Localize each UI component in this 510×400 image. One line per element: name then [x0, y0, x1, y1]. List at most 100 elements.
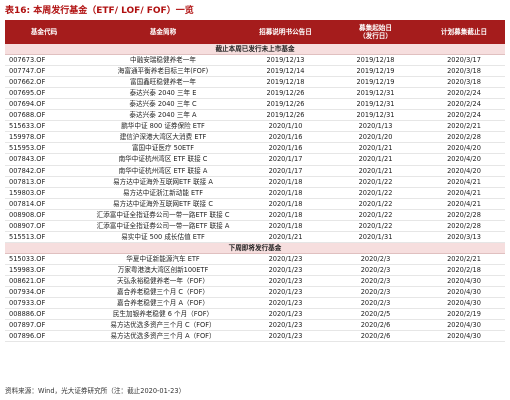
fund-code-cell: 008908.OF	[5, 209, 83, 221]
fund-name-cell: 汇添富中证全指证券公司一带一路ETF 联接 A	[83, 220, 243, 232]
fund-name-cell: 嘉合养老稳健三个月 A（FOF）	[83, 297, 243, 310]
prospectus-date-cell: 2019/12/26	[243, 87, 328, 100]
prospectus-date-cell: 2020/1/16	[243, 142, 328, 155]
table-row: 007747.OF 海富通平衡养老目标三年(FOF) 2019/12/14 2019/…	[5, 65, 505, 78]
fund-code-cell: 159983.OF	[5, 264, 83, 276]
fund-code-cell: 007933.OF	[5, 297, 83, 310]
prospectus-date-cell: 2019/12/14	[243, 65, 328, 78]
table-row: 008908.OF 汇添富中证全指证券公司一带一路ETF 联接 C 2020/1/1…	[5, 209, 505, 221]
table-row: 007897.OF 易方达优选多资产三个月 C（FOF） 2020/1/23 2020…	[5, 319, 505, 332]
fund-code-cell: 008907.OF	[5, 220, 83, 232]
end-date-cell: 2020/3/17	[423, 54, 505, 67]
end-date-cell: 2020/2/24	[423, 109, 505, 122]
start-date-cell: 2020/1/13	[328, 120, 423, 133]
end-date-cell: 2020/4/21	[423, 187, 505, 199]
start-date-cell: 2019/12/31	[328, 98, 423, 111]
fund-name-cell: 易实中证 500 成长估值 ETF	[83, 231, 243, 243]
end-date-cell: 2020/3/13	[423, 231, 505, 243]
prospectus-date-cell: 2020/1/17	[243, 165, 328, 177]
start-date-cell: 2020/1/22	[328, 176, 423, 188]
start-date-cell: 2020/2/3	[328, 264, 423, 276]
end-date-cell: 2020/2/24	[423, 87, 505, 100]
prospectus-date-cell: 2020/1/18	[243, 220, 328, 232]
fund-code-cell: 007814.OF	[5, 198, 83, 210]
header-prospectus-date: 招募说明书公告日	[243, 20, 328, 44]
table-number: 表16:	[5, 6, 31, 16]
fund-name-cell: 泰达兴泰 2040 三年 C	[83, 98, 243, 111]
start-date-cell: 2020/1/31	[328, 231, 423, 243]
prospectus-date-cell: 2020/1/21	[243, 231, 328, 243]
start-date-cell: 2020/2/6	[328, 330, 423, 343]
table-row: 008886.OF 民生加银养老稳健 6 个月（FOF） 2020/1/23 2020…	[5, 308, 505, 321]
section-title: 截止本周已发行未上市基金	[5, 44, 505, 56]
fund-name-cell: 泰达兴泰 2040 三年 E	[83, 87, 243, 100]
fund-name-cell: 易方达中证海外互联网ETF 联接 A	[83, 176, 243, 188]
prospectus-date-cell: 2019/12/18	[243, 76, 328, 89]
start-date-cell: 2020/2/6	[328, 319, 423, 332]
table-row: 007934.OF 嘉合养老稳健三个月 C（FOF） 2020/1/23 2020/2…	[5, 286, 505, 299]
table-row: 007688.OF 泰达兴泰 2040 三年 A 2019/12/26 2019/12…	[5, 109, 505, 122]
prospectus-date-cell: 2020/1/17	[243, 153, 328, 166]
prospectus-date-cell: 2020/1/23	[243, 286, 328, 299]
start-date-cell: 2019/12/18	[328, 54, 423, 67]
start-date-cell: 2020/2/3	[328, 275, 423, 288]
start-date-cell: 2020/2/3	[328, 286, 423, 299]
end-date-cell: 2020/3/18	[423, 65, 505, 78]
fund-name-cell: 富国鑫旺稳健养老一年	[83, 76, 243, 89]
table-row: 515513.OF 易实中证 500 成长估值 ETF 2020/1/21 2020/…	[5, 231, 505, 243]
header-planned-end: 计划募集截止日	[423, 20, 505, 44]
prospectus-date-cell: 2020/1/23	[243, 253, 328, 265]
end-date-cell: 2020/4/20	[423, 165, 505, 177]
table-row: 007813.OF 易方达中证海外互联网ETF 联接 A 2020/1/18 2020…	[5, 176, 505, 188]
fund-code-cell: 007747.OF	[5, 65, 83, 78]
start-date-cell: 2020/1/21	[328, 153, 423, 166]
end-date-cell: 2020/4/30	[423, 330, 505, 343]
fund-name-cell: 易方达优选多资产三个月 A（FOF）	[83, 330, 243, 343]
table-row: 007694.OF 泰达兴泰 2040 三年 C 2019/12/26 2019/12…	[5, 98, 505, 111]
fund-code-cell: 007897.OF	[5, 319, 83, 332]
fund-name-cell: 富国中证医疗 50ETF	[83, 142, 243, 155]
start-date-cell: 2020/2/3	[328, 253, 423, 265]
end-date-cell: 2020/3/18	[423, 76, 505, 89]
end-date-cell: 2020/2/21	[423, 120, 505, 133]
fund-name-cell: 建信沪深港大湾区大消费 ETF	[83, 131, 243, 144]
end-date-cell: 2020/4/20	[423, 142, 505, 155]
fund-code-cell: 007842.OF	[5, 165, 83, 177]
section-header-row: 下周即将发行基金	[5, 242, 505, 254]
prospectus-date-cell: 2020/1/23	[243, 319, 328, 332]
fund-code-cell: 008621.OF	[5, 275, 83, 288]
fund-name-cell: 易方达中证浙江新动能 ETF	[83, 187, 243, 199]
fund-name-cell: 天弘永裕稳健养老一年（FOF）	[83, 275, 243, 288]
end-date-cell: 2020/4/30	[423, 286, 505, 299]
end-date-cell: 2020/2/28	[423, 131, 505, 144]
source-note: 资料来源：Wind，光大证券研究所（注：截止2020-01-23）	[5, 387, 186, 395]
fund-code-cell: 007694.OF	[5, 98, 83, 111]
prospectus-date-cell: 2019/12/26	[243, 109, 328, 122]
end-date-cell: 2020/2/28	[423, 209, 505, 221]
table-row: 007842.OF 南华中证杭州湾区 ETF 联接 A 2020/1/17 2020/…	[5, 165, 505, 177]
fund-name-cell: 万家粤港澳大湾区创新100ETF	[83, 264, 243, 276]
prospectus-date-cell: 2020/1/23	[243, 297, 328, 310]
fund-name-cell: 南华中证杭州湾区 ETF 联接 A	[83, 165, 243, 177]
table-title: 本周发行基金（ETF/ LOF/ FOF）一览	[33, 6, 194, 16]
fund-code-cell: 007688.OF	[5, 109, 83, 122]
start-date-cell: 2020/1/22	[328, 209, 423, 221]
prospectus-date-cell: 2020/1/18	[243, 209, 328, 221]
prospectus-date-cell: 2020/1/16	[243, 131, 328, 144]
fund-code-cell: 159803.OF	[5, 187, 83, 199]
table-row: 007814.OF 易方达中证海外互联网ETF 联接 C 2020/1/18 2020…	[5, 198, 505, 210]
fund-code-cell: 007695.OF	[5, 87, 83, 100]
fund-name-cell: 南华中证杭州湾区 ETF 联接 C	[83, 153, 243, 166]
fund-code-cell: 515633.OF	[5, 120, 83, 133]
end-date-cell: 2020/2/28	[423, 220, 505, 232]
fund-name-cell: 泰达兴泰 2040 三年 A	[83, 109, 243, 122]
table-row: 159978.OF 建信沪深港大湾区大消费 ETF 2020/1/16 2020/1/…	[5, 131, 505, 144]
fund-name-cell: 海富通平衡养老目标三年(FOF)	[83, 65, 243, 78]
fund-code-cell: 008886.OF	[5, 308, 83, 321]
prospectus-date-cell: 2020/1/23	[243, 275, 328, 288]
end-date-cell: 2020/2/24	[423, 98, 505, 111]
fund-issuance-table: 基金代码 基金简称 招募说明书公告日 募集起始日 （发行日） 计划募集截止日 截…	[5, 20, 505, 343]
fund-name-cell: 易方达中证海外互联网ETF 联接 C	[83, 198, 243, 210]
prospectus-date-cell: 2020/1/10	[243, 120, 328, 133]
start-date-cell: 2020/1/22	[328, 198, 423, 210]
